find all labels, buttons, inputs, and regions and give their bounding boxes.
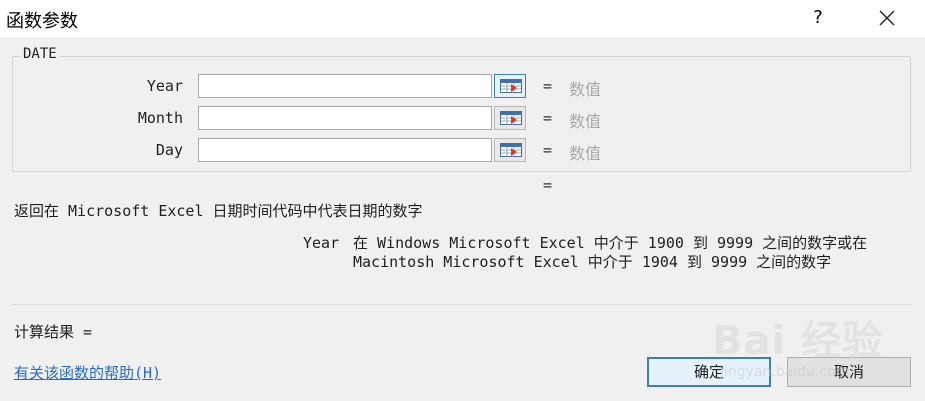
function-result-equals: =	[543, 176, 553, 194]
calculation-result: 计算结果 =	[14, 323, 93, 341]
help-button[interactable]: ?	[806, 4, 830, 32]
range-select-icon	[500, 143, 522, 157]
argument-help-line-2: Macintosh Microsoft Excel 中介于 1904 到 999…	[353, 253, 832, 271]
dialog-title: 函数参数	[6, 11, 78, 32]
function-name: DATE	[20, 46, 60, 62]
day-input[interactable]	[198, 138, 492, 162]
title-bar: 函数参数 ?	[0, 0, 925, 37]
close-button[interactable]	[872, 4, 902, 32]
arg-equals-day: =	[543, 141, 553, 159]
argument-help-name: Year	[303, 234, 340, 252]
ok-button[interactable]: 确定	[647, 357, 771, 387]
argument-help-text: 在 Windows Microsoft Excel 中介于 1900 到 999…	[353, 234, 913, 272]
function-description: 返回在 Microsoft Excel 日期时间代码中代表日期的数字	[14, 202, 423, 220]
year-input[interactable]	[198, 74, 492, 98]
arg-hint-day: 数值	[569, 144, 602, 163]
arg-label-month: Month	[137, 109, 183, 127]
function-help-link[interactable]: 有关该函数的帮助(H)	[14, 362, 161, 383]
arg-hint-year: 数值	[569, 80, 602, 99]
arg-equals-year: =	[543, 77, 553, 95]
month-input[interactable]	[198, 106, 492, 130]
arg-hint-month: 数值	[569, 112, 602, 131]
month-range-select-button[interactable]	[494, 106, 526, 130]
divider	[12, 304, 912, 305]
close-icon	[879, 10, 895, 26]
range-select-icon	[500, 79, 522, 93]
arg-equals-month: =	[543, 109, 553, 127]
day-range-select-button[interactable]	[494, 138, 526, 162]
range-select-icon	[500, 111, 522, 125]
year-range-select-button[interactable]	[494, 74, 526, 98]
argument-help-line-1: 在 Windows Microsoft Excel 中介于 1900 到 999…	[353, 234, 868, 252]
cancel-button[interactable]: 取消	[787, 357, 911, 387]
arg-label-day: Day	[155, 141, 183, 159]
arg-label-year: Year	[146, 77, 183, 95]
